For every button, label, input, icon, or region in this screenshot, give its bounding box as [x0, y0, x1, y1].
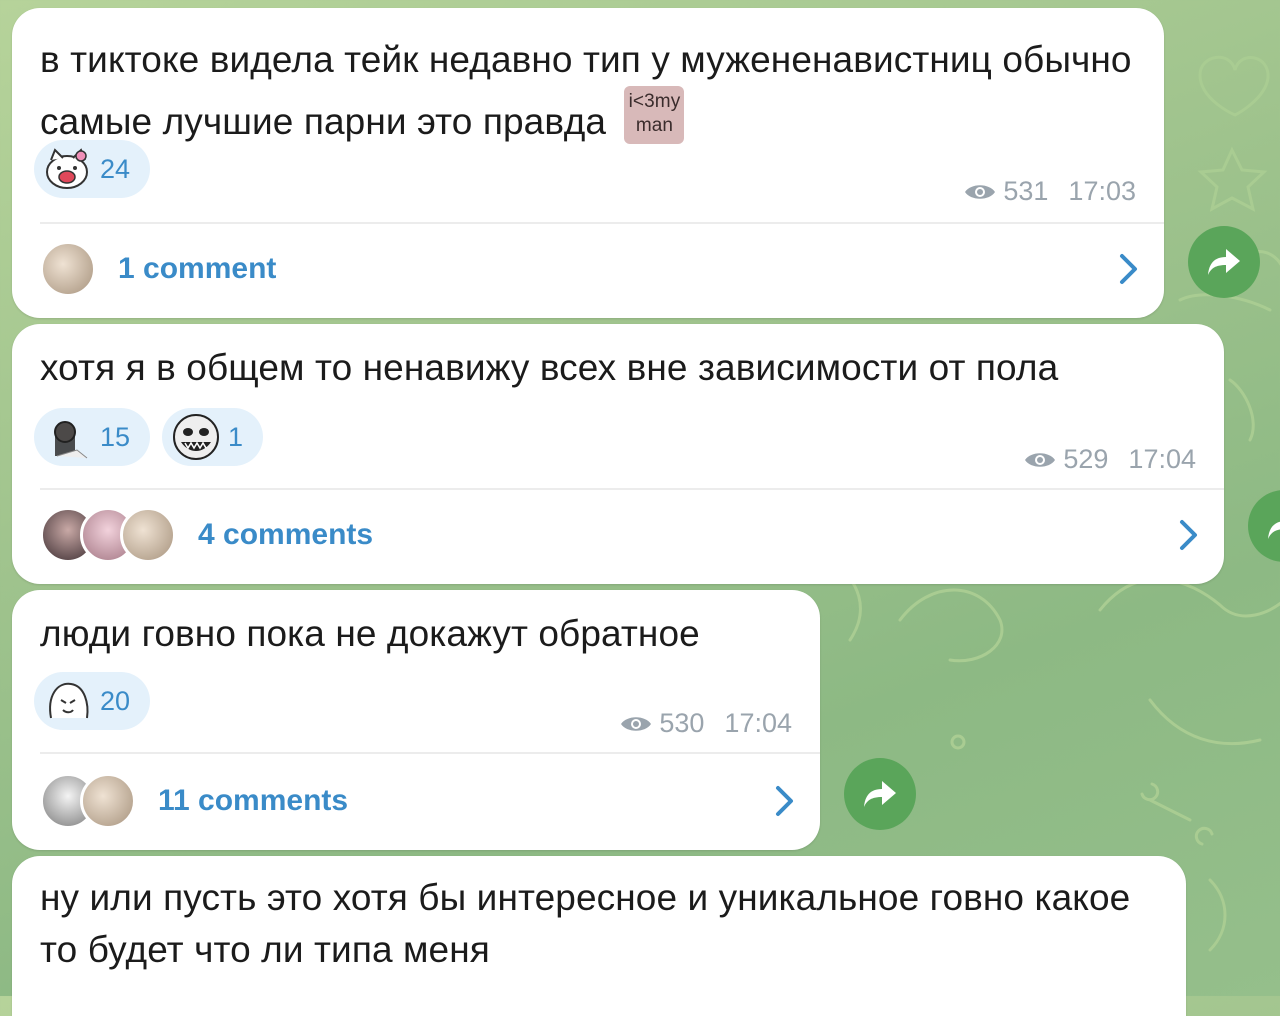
message-bubble-3: люди говно пока не докажут обратное 20 5… [12, 590, 820, 850]
commenter-avatars [40, 241, 96, 297]
message-time: 17:03 [1068, 176, 1136, 206]
views-count: 531 [1003, 176, 1049, 206]
comments-row[interactable]: 4 comments [40, 500, 1200, 570]
message-text: люди говно пока не докажут обратное [40, 608, 800, 660]
reactions-row: 20 [34, 672, 151, 730]
commenter-avatars [40, 507, 176, 563]
message-text: ну или пусть это хотя бы интересное и ун… [40, 872, 1166, 976]
chevron-right-icon [1180, 520, 1197, 550]
reaction-chip[interactable]: 20 [34, 672, 151, 730]
message-text: в тиктоке видела тейк недавно тип у муже… [40, 34, 1144, 148]
share-arrow-icon [864, 781, 896, 807]
views-counter: 529 [1023, 444, 1108, 475]
reactions-row: 24 [34, 140, 151, 198]
views-counter: 530 [619, 708, 704, 739]
views-counter: 531 [963, 176, 1048, 207]
reaction-chip[interactable]: 15 [34, 408, 151, 466]
hello-kitty-emoji-icon [40, 141, 96, 197]
sticker-line-2: man [635, 115, 674, 136]
comments-row[interactable]: 1 comment [40, 234, 1140, 304]
share-arrow-icon [1268, 521, 1280, 539]
reaction-count: 1 [228, 421, 244, 452]
avatar [80, 773, 136, 829]
avatar [40, 241, 96, 297]
share-arrow-icon [1208, 249, 1240, 275]
reaction-count: 15 [100, 421, 131, 452]
divider [40, 222, 1164, 224]
troll-face-emoji-icon [168, 409, 224, 465]
avatar [120, 507, 176, 563]
message-text-content: ну или пусть это хотя бы интересное и ун… [40, 877, 1131, 970]
commenter-avatars [40, 773, 136, 829]
anime-girl-emoji-icon [40, 409, 96, 465]
reaction-count: 20 [100, 685, 131, 716]
reaction-chip[interactable]: 24 [34, 140, 151, 198]
divider [40, 752, 820, 754]
views-count: 529 [1063, 444, 1109, 474]
comments-row[interactable]: 11 comments [40, 766, 796, 836]
message-time: 17:04 [724, 708, 792, 738]
message-meta: 531 17:03 [963, 176, 1136, 207]
shy-face-emoji-icon [40, 673, 96, 729]
chevron-right-icon [776, 786, 793, 816]
message-meta: 529 17:04 [1023, 444, 1196, 475]
message-meta: 530 17:04 [619, 708, 792, 739]
views-count: 530 [659, 708, 705, 738]
divider [40, 488, 1224, 490]
eye-icon [1025, 452, 1056, 467]
message-bubble-2: хотя я в общем то ненавижу всех вне зави… [12, 324, 1224, 584]
comments-link[interactable]: 11 comments [158, 784, 348, 818]
eye-icon [621, 716, 652, 731]
message-text-content: люди говно пока не докажут обратное [40, 613, 700, 654]
reactions-row: 15 1 [34, 408, 264, 466]
message-bubble-4: ну или пусть это хотя бы интересное и ун… [12, 856, 1186, 1016]
sticker-line-1: i<3my [628, 91, 681, 112]
reaction-count: 24 [100, 153, 131, 184]
comments-link[interactable]: 4 comments [198, 518, 373, 552]
reaction-chip[interactable]: 1 [162, 408, 264, 466]
i-love-my-man-sticker: i<3my man [624, 86, 685, 144]
share-button[interactable] [844, 758, 916, 830]
message-bubble-1: в тиктоке видела тейк недавно тип у муже… [12, 8, 1164, 318]
chevron-right-icon [1120, 254, 1137, 284]
message-text-content: в тиктоке видела тейк недавно тип у муже… [40, 39, 1132, 142]
eye-icon [965, 184, 996, 199]
message-text-content: хотя я в общем то ненавижу всех вне зави… [40, 347, 1059, 388]
comments-link[interactable]: 1 comment [118, 252, 276, 286]
message-text: хотя я в общем то ненавижу всех вне зави… [40, 342, 1204, 394]
share-button[interactable] [1188, 226, 1260, 298]
message-time: 17:04 [1128, 444, 1196, 474]
